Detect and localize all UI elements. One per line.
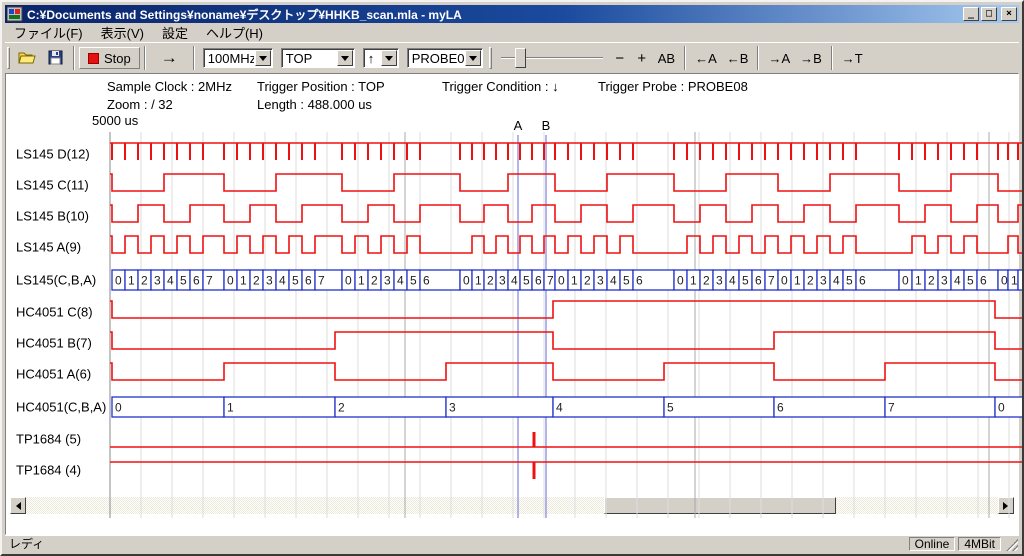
- maximize-button[interactable]: □: [981, 7, 997, 21]
- status-bar: レディ Online 4MBit: [5, 535, 1019, 551]
- chevron-down-icon[interactable]: [381, 50, 397, 66]
- channel-label-5: HC4051 C(8): [16, 305, 93, 320]
- app-window: C:¥Documents and Settings¥noname¥デスクトップ¥…: [0, 0, 1024, 556]
- save-floppy-icon: [48, 50, 64, 66]
- channel-label-1: LS145 C(11): [16, 178, 89, 193]
- set-cursor-b-button[interactable]: →B: [795, 47, 827, 69]
- channel-label-8: HC4051(C,B,A): [16, 400, 106, 415]
- toolbar-separator: [193, 46, 195, 70]
- menu-item-3[interactable]: ヘルプ(H): [197, 21, 272, 44]
- channel-label-9: TP1684 (5): [16, 432, 81, 447]
- channel-label-0: LS145 D(12): [16, 147, 90, 162]
- save-button[interactable]: [43, 47, 69, 69]
- zoom-slider[interactable]: [501, 47, 603, 69]
- scroll-right-button[interactable]: [998, 497, 1014, 514]
- scroll-left-icon: [12, 502, 21, 510]
- close-button[interactable]: ×: [1001, 7, 1017, 21]
- goto-trigger-button[interactable]: →T: [837, 47, 868, 69]
- trigger-probe-readout: Trigger Probe : PROBE08: [598, 79, 748, 94]
- probe-combo[interactable]: PROBE00: [407, 48, 483, 68]
- toolbar-separator: [757, 46, 759, 70]
- open-folder-icon: [18, 50, 38, 66]
- channel-label-3: LS145 A(9): [16, 240, 81, 255]
- chevron-down-icon[interactable]: [255, 50, 271, 66]
- toolbar-separator: [144, 46, 146, 70]
- chevron-down-icon[interactable]: [337, 50, 353, 66]
- zoom-in-button[interactable]: +: [631, 47, 653, 69]
- toolbar-separator: [73, 46, 75, 70]
- toolbar-separator: [684, 46, 686, 70]
- menu-bar: ファイル(F)表示(V)設定ヘルプ(H): [5, 23, 1019, 42]
- waveform-client-area: [5, 73, 1019, 535]
- scroll-left-button[interactable]: [10, 497, 26, 514]
- zoom-readout: Zoom : / 32: [107, 97, 173, 112]
- toolbar-grip[interactable]: [7, 47, 10, 69]
- goto-cursor-a-button[interactable]: ←A: [690, 47, 722, 69]
- channel-label-2: LS145 B(10): [16, 209, 89, 224]
- goto-cursor-b-button[interactable]: ←B: [722, 47, 754, 69]
- app-icon: [7, 6, 23, 22]
- channel-label-6: HC4051 B(7): [16, 336, 92, 351]
- open-file-button[interactable]: [13, 47, 43, 69]
- sample-clock-readout: Sample Clock : 2MHz: [107, 79, 232, 94]
- toolbar-grip[interactable]: [489, 47, 492, 69]
- zoom-slider-thumb[interactable]: [515, 48, 526, 68]
- chevron-down-icon[interactable]: [465, 50, 481, 66]
- menu-item-0[interactable]: ファイル(F): [5, 21, 92, 44]
- status-memory-badge: 4MBit: [958, 537, 1001, 551]
- trigger-position-combo[interactable]: TOP: [281, 48, 355, 68]
- trigger-edge-combo[interactable]: ↑: [363, 48, 399, 68]
- set-cursor-a-button[interactable]: →A: [763, 47, 795, 69]
- toolbar-separator: [831, 46, 833, 70]
- scroll-right-icon: [1003, 502, 1012, 510]
- sample-rate-combo[interactable]: 100MHz: [203, 48, 273, 68]
- stop-button[interactable]: Stop: [79, 47, 140, 69]
- trigger-position-readout: Trigger Position : TOP: [257, 79, 385, 94]
- resize-grip[interactable]: [1006, 539, 1018, 551]
- run-button[interactable]: →: [150, 47, 189, 69]
- length-readout: Length : 488.000 us: [257, 97, 372, 112]
- trigger-condition-readout: Trigger Condition : ↓: [442, 79, 559, 94]
- scrollbar-thumb[interactable]: [604, 497, 836, 514]
- minimize-button[interactable]: _: [963, 7, 979, 21]
- window-title: C:¥Documents and Settings¥noname¥デスクトップ¥…: [23, 6, 961, 23]
- channel-label-7: HC4051 A(6): [16, 367, 91, 382]
- menu-item-2[interactable]: 設定: [153, 21, 197, 44]
- status-ready-text: レディ: [5, 535, 909, 552]
- stop-icon: [88, 53, 99, 64]
- ab-cursors-button[interactable]: AB: [653, 47, 680, 69]
- channel-label-10: TP1684 (4): [16, 463, 81, 478]
- toolbar: Stop → 100MHz TOP ↑ PROBE00 − + AB ←A: [5, 42, 1019, 73]
- zoom-out-button[interactable]: −: [609, 47, 631, 69]
- horizontal-scrollbar[interactable]: [10, 497, 1014, 514]
- menu-item-1[interactable]: 表示(V): [92, 21, 153, 44]
- status-online-badge: Online: [909, 537, 956, 551]
- ruler-time-label: 5000 us: [92, 113, 138, 128]
- channel-label-4: LS145(C,B,A): [16, 273, 96, 288]
